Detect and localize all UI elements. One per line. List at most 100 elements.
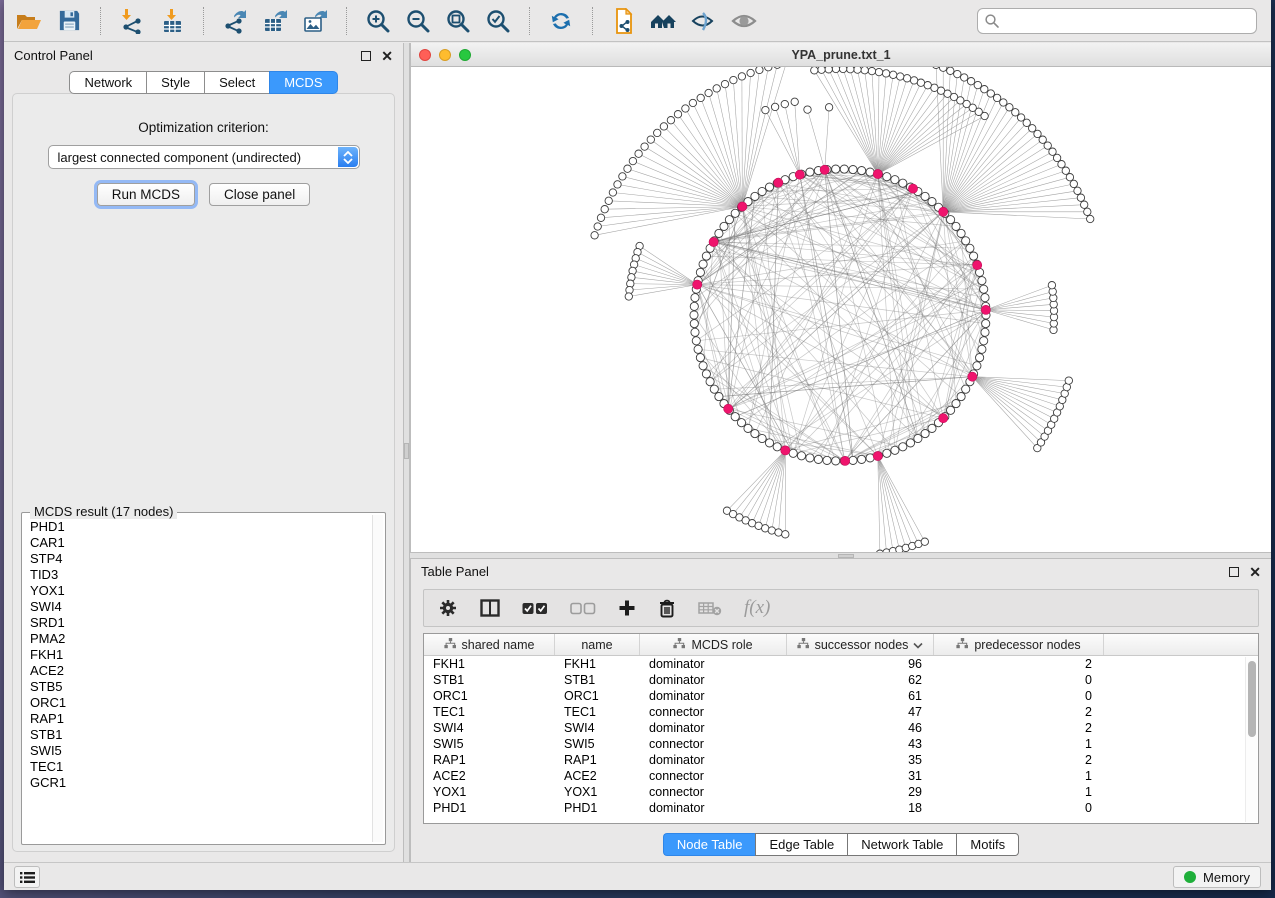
tab-network[interactable]: Network [69, 71, 146, 94]
tab-mcds[interactable]: MCDS [269, 71, 337, 94]
table-tabs: Node TableEdge TableNetwork TableMotifs [411, 833, 1271, 856]
import-table-icon[interactable] [157, 6, 187, 36]
show-task-history-button[interactable] [14, 866, 40, 888]
zoom-out-icon[interactable] [403, 6, 433, 36]
close-table-panel-icon[interactable]: ✕ [1249, 565, 1261, 579]
run-mcds-button[interactable]: Run MCDS [97, 183, 195, 206]
tab-select[interactable]: Select [204, 71, 269, 94]
first-neighbors-icon[interactable] [649, 6, 679, 36]
criterion-value: largest connected component (undirected) [58, 150, 302, 165]
tab-network-table[interactable]: Network Table [847, 833, 956, 856]
table-cell: connector [640, 769, 787, 783]
close-panel-icon[interactable]: ✕ [381, 49, 393, 63]
apply-layout-icon[interactable] [546, 6, 576, 36]
table-row[interactable]: STB1STB1dominator620 [424, 672, 1258, 688]
table-row[interactable]: ORC1ORC1dominator610 [424, 688, 1258, 704]
new-network-from-file-icon[interactable] [609, 6, 639, 36]
search-box[interactable] [977, 8, 1257, 34]
vertical-splitter[interactable] [403, 43, 410, 862]
float-panel-icon[interactable] [361, 51, 371, 61]
search-input[interactable] [1000, 14, 1250, 29]
table-cell: SWI4 [555, 721, 640, 735]
list-item[interactable]: STB1 [30, 727, 371, 743]
list-item[interactable]: ORC1 [30, 695, 371, 711]
table-row[interactable]: PHD1PHD1dominator180 [424, 800, 1258, 816]
deselect-all-icon[interactable] [570, 602, 596, 615]
table-cell: SWI5 [424, 737, 555, 751]
list-item[interactable]: CAR1 [30, 535, 371, 551]
table-row[interactable]: SWI4SWI4dominator462 [424, 720, 1258, 736]
graph-fan-nodes[interactable] [591, 67, 1094, 552]
list-item[interactable]: PHD1 [30, 519, 371, 535]
export-image-icon[interactable] [300, 6, 330, 36]
table-row[interactable]: YOX1YOX1connector291 [424, 784, 1258, 800]
list-item[interactable]: SWI5 [30, 743, 371, 759]
network-titlebar[interactable]: YPA_prune.txt_1 [411, 43, 1271, 67]
table-row[interactable]: RAP1RAP1dominator352 [424, 752, 1258, 768]
hide-selected-icon[interactable] [689, 6, 719, 36]
table-row[interactable]: TEC1TEC1connector472 [424, 704, 1258, 720]
show-columns-icon[interactable] [480, 599, 500, 617]
show-all-icon[interactable] [729, 6, 759, 36]
list-item[interactable]: YOX1 [30, 583, 371, 599]
main-toolbar [4, 0, 1271, 42]
table-settings-icon[interactable] [438, 598, 458, 618]
toolbar-separator [529, 7, 530, 35]
tab-node-table[interactable]: Node Table [663, 833, 756, 856]
criterion-dropdown[interactable]: largest connected component (undirected) [48, 145, 360, 169]
export-table-icon[interactable] [260, 6, 290, 36]
table-cell: 2 [934, 721, 1104, 735]
column-header-successor-nodes[interactable]: successor nodes [787, 634, 934, 655]
table-row[interactable]: SWI5SWI5connector431 [424, 736, 1258, 752]
table-cell: RAP1 [424, 753, 555, 767]
optimization-criterion-label: Optimization criterion: [13, 120, 394, 135]
table-row[interactable]: ACE2ACE2connector311 [424, 768, 1258, 784]
memory-button[interactable]: Memory [1173, 866, 1261, 888]
table-scrollbar-thumb[interactable] [1248, 661, 1256, 737]
memory-status-icon [1184, 871, 1196, 883]
mcds-result-list[interactable]: PHD1CAR1STP4TID3YOX1SWI4SRD1PMA2FKH1ACE2… [24, 515, 371, 842]
list-item[interactable]: STB5 [30, 679, 371, 695]
save-session-icon[interactable] [54, 6, 84, 36]
column-header-mcds-role[interactable]: MCDS role [640, 634, 787, 655]
zoom-fit-icon[interactable] [443, 6, 473, 36]
table-row[interactable]: FKH1FKH1dominator962 [424, 656, 1258, 672]
mcds-result-group: MCDS result (17 nodes) PHD1CAR1STP4TID3Y… [21, 512, 386, 845]
list-item[interactable]: SRD1 [30, 615, 371, 631]
column-header-name[interactable]: name [555, 634, 640, 655]
column-header-predecessor-nodes[interactable]: predecessor nodes [934, 634, 1104, 655]
export-network-icon[interactable] [220, 6, 250, 36]
list-item[interactable]: ACE2 [30, 663, 371, 679]
add-column-icon[interactable] [618, 599, 636, 617]
delete-column-icon[interactable] [658, 598, 676, 618]
horizontal-splitter[interactable] [410, 552, 1271, 559]
zoom-selected-icon[interactable] [483, 6, 513, 36]
list-item[interactable]: SWI4 [30, 599, 371, 615]
list-item[interactable]: STP4 [30, 551, 371, 567]
close-panel-button[interactable]: Close panel [209, 183, 310, 206]
open-session-icon[interactable] [14, 6, 44, 36]
tab-motifs[interactable]: Motifs [956, 833, 1019, 856]
sort-descending-icon [913, 638, 923, 652]
zoom-in-icon[interactable] [363, 6, 393, 36]
list-item[interactable]: FKH1 [30, 647, 371, 663]
column-label: successor nodes [815, 638, 909, 652]
network-canvas[interactable] [411, 67, 1271, 552]
list-item[interactable]: RAP1 [30, 711, 371, 727]
dropdown-stepper-icon [338, 147, 358, 167]
tab-edge-table[interactable]: Edge Table [755, 833, 847, 856]
tab-style[interactable]: Style [146, 71, 204, 94]
mcds-list-scrollbar[interactable] [372, 515, 383, 842]
table-scrollbar[interactable] [1245, 657, 1257, 822]
column-header-shared-name[interactable]: shared name [424, 634, 555, 655]
select-all-icon[interactable] [522, 602, 548, 615]
import-network-icon[interactable] [117, 6, 147, 36]
list-item[interactable]: PMA2 [30, 631, 371, 647]
float-table-panel-icon[interactable] [1229, 567, 1239, 577]
control-panel-title: Control Panel [14, 48, 93, 63]
column-type-icon [673, 638, 686, 652]
list-item[interactable]: GCR1 [30, 775, 371, 791]
list-item[interactable]: TEC1 [30, 759, 371, 775]
search-icon [984, 13, 1000, 29]
list-item[interactable]: TID3 [30, 567, 371, 583]
